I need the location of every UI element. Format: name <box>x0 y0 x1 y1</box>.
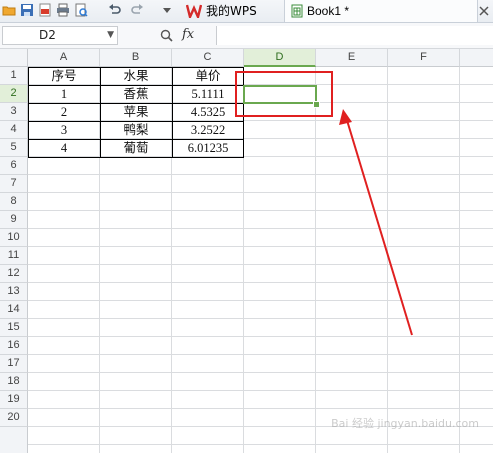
watermark: Bai 经验 jingyan.baidu.com <box>331 417 479 430</box>
tab-label: Book1 * <box>307 4 350 18</box>
row-header-5[interactable]: 5 <box>0 139 28 157</box>
save-icon[interactable] <box>20 3 34 17</box>
name-box-value: D2 <box>39 28 56 42</box>
cell-b5[interactable]: 葡萄 <box>100 139 172 157</box>
cell-a5[interactable]: 4 <box>28 139 100 157</box>
row-header-1[interactable]: 1 <box>0 67 28 85</box>
row-header-16[interactable]: 16 <box>0 337 28 355</box>
row-header-7[interactable]: 7 <box>0 175 28 193</box>
cell-c5[interactable]: 6.01235 <box>172 139 244 157</box>
print-preview-icon[interactable] <box>74 3 88 17</box>
cell-a1[interactable]: 序号 <box>28 67 100 85</box>
cell-a3[interactable]: 2 <box>28 103 100 121</box>
cell-b2[interactable]: 香蕉 <box>100 85 172 103</box>
row-header-8[interactable]: 8 <box>0 193 28 211</box>
title-bar: 我的WPS Book1 * <box>0 0 493 23</box>
column-header-d[interactable]: D <box>244 49 316 67</box>
close-tab-icon[interactable] <box>478 5 490 17</box>
cell-b1[interactable]: 水果 <box>100 67 172 85</box>
row-header-18[interactable]: 18 <box>0 373 28 391</box>
column-header-a[interactable]: A <box>28 49 100 67</box>
row-header-11[interactable]: 11 <box>0 247 28 265</box>
cell-c4[interactable]: 3.2522 <box>172 121 244 139</box>
column-header-g[interactable] <box>460 49 493 67</box>
row-header-14[interactable]: 14 <box>0 301 28 319</box>
column-header-c[interactable]: C <box>172 49 244 67</box>
cell-c3[interactable]: 4.5325 <box>172 103 244 121</box>
row-header-13[interactable]: 13 <box>0 283 28 301</box>
column-header-b[interactable]: B <box>100 49 172 67</box>
row-header-19[interactable]: 19 <box>0 391 28 409</box>
name-box-dropdown-icon[interactable]: ▼ <box>107 27 114 44</box>
wps-logo-icon <box>186 4 202 18</box>
formula-bar: D2 ▼ fx <box>0 23 493 49</box>
column-header-f[interactable]: F <box>388 49 460 67</box>
redo-icon[interactable] <box>130 3 144 17</box>
tab-my-wps[interactable]: 我的WPS <box>182 0 282 22</box>
insert-function-button[interactable]: fx <box>182 27 194 42</box>
row-header-21[interactable] <box>0 427 28 453</box>
row-header-9[interactable]: 9 <box>0 211 28 229</box>
customize-dropdown-icon[interactable] <box>160 3 174 17</box>
row-header-3[interactable]: 3 <box>0 103 28 121</box>
spreadsheet-doc-icon <box>291 4 303 18</box>
cell-b4[interactable]: 鸭梨 <box>100 121 172 139</box>
undo-icon[interactable] <box>108 3 122 17</box>
annotation-highlight-box <box>235 71 333 117</box>
column-header-e[interactable]: E <box>316 49 388 67</box>
tab-book1[interactable]: Book1 * <box>284 0 478 22</box>
print-icon[interactable] <box>56 3 70 17</box>
cell-b3[interactable]: 苹果 <box>100 103 172 121</box>
formula-input[interactable] <box>216 26 493 45</box>
row-header-20[interactable]: 20 <box>0 409 28 427</box>
row-header-6[interactable]: 6 <box>0 157 28 175</box>
cell-c2[interactable]: 5.1111 <box>172 85 244 103</box>
export-pdf-icon[interactable] <box>38 3 52 17</box>
select-all-corner[interactable] <box>0 49 28 67</box>
row-header-4[interactable]: 4 <box>0 121 28 139</box>
row-header-17[interactable]: 17 <box>0 355 28 373</box>
open-folder-icon[interactable] <box>2 3 16 17</box>
annotation-arrow <box>339 109 413 336</box>
row-header-15[interactable]: 15 <box>0 319 28 337</box>
name-box[interactable]: D2 ▼ <box>2 26 118 45</box>
cell-a4[interactable]: 3 <box>28 121 100 139</box>
cell-a2[interactable]: 1 <box>28 85 100 103</box>
tab-label: 我的WPS <box>206 4 257 18</box>
zoom-search-icon[interactable] <box>160 29 173 42</box>
row-header-10[interactable]: 10 <box>0 229 28 247</box>
row-header-2[interactable]: 2 <box>0 85 28 103</box>
cell-c1[interactable]: 单价 <box>172 67 244 85</box>
row-header-12[interactable]: 12 <box>0 265 28 283</box>
